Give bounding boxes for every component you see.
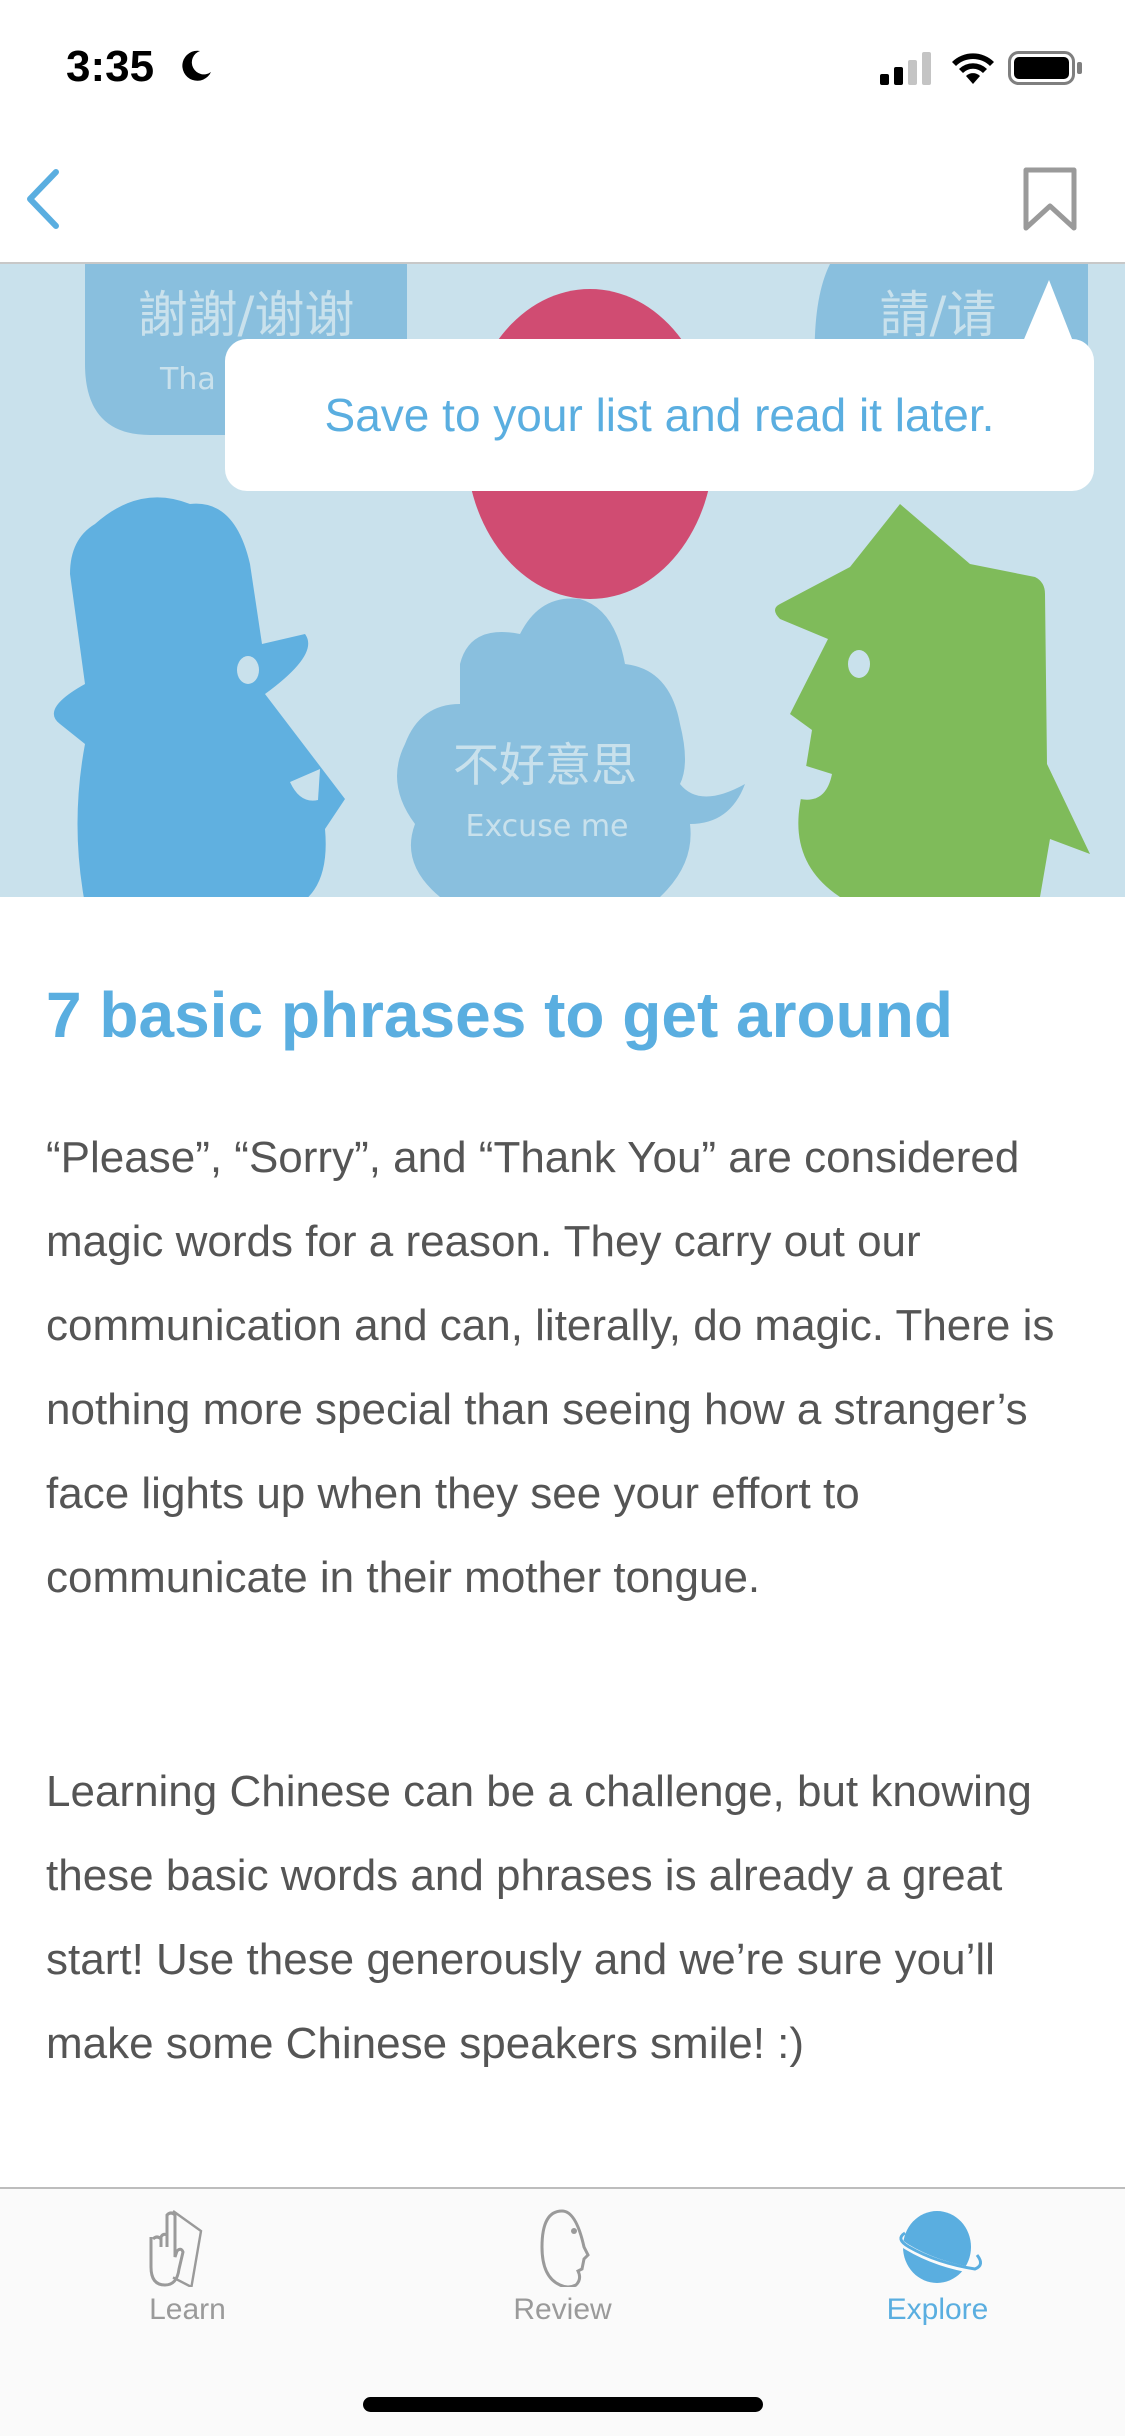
planet-icon — [894, 2211, 986, 2283]
bubble-thanks-english: Tha — [159, 362, 216, 397]
tab-review[interactable]: Review — [375, 2189, 750, 2359]
moon-icon — [182, 50, 211, 81]
bubble-excuse-chinese: 不好意思 — [453, 738, 637, 792]
back-button[interactable] — [24, 168, 64, 230]
green-character — [775, 504, 1090, 897]
bubble-excuse-english: Excuse me — [466, 809, 629, 844]
tooltip-text: Save to your list and read it later. — [324, 389, 995, 441]
cellular-signal-icon — [880, 52, 931, 85]
tab-label: Learn — [149, 2293, 226, 2326]
tab-label: Explore — [886, 2293, 989, 2326]
tab-explore[interactable]: Explore — [750, 2189, 1125, 2359]
battery-icon — [1008, 51, 1082, 85]
status-bar: 3:35 — [0, 0, 1125, 130]
bookmark-button[interactable] — [1022, 166, 1078, 232]
status-time: 3:35 — [66, 42, 155, 91]
bubble-please-chinese: 請/请 — [880, 286, 997, 344]
face-profile-icon — [540, 2209, 590, 2287]
article-title: 7 basic phrases to get around — [46, 979, 953, 1051]
tab-label: Review — [513, 2293, 612, 2326]
hand-card-icon — [149, 2210, 203, 2287]
article-paragraph: Learning Chinese can be a challenge, but… — [46, 1767, 1032, 2068]
nav-bar — [0, 130, 1125, 264]
blue-character — [53, 497, 345, 904]
wifi-icon — [952, 53, 994, 84]
article-paragraph: “Please”, “Sorry”, and “Thank You” are c… — [46, 1133, 1055, 1602]
tab-learn[interactable]: Learn — [0, 2189, 375, 2359]
home-indicator[interactable] — [363, 2397, 763, 2412]
bubble-thanks-chinese: 謝謝/谢谢 — [138, 286, 355, 344]
save-tooltip[interactable]: Save to your list and read it later. — [225, 339, 1094, 491]
